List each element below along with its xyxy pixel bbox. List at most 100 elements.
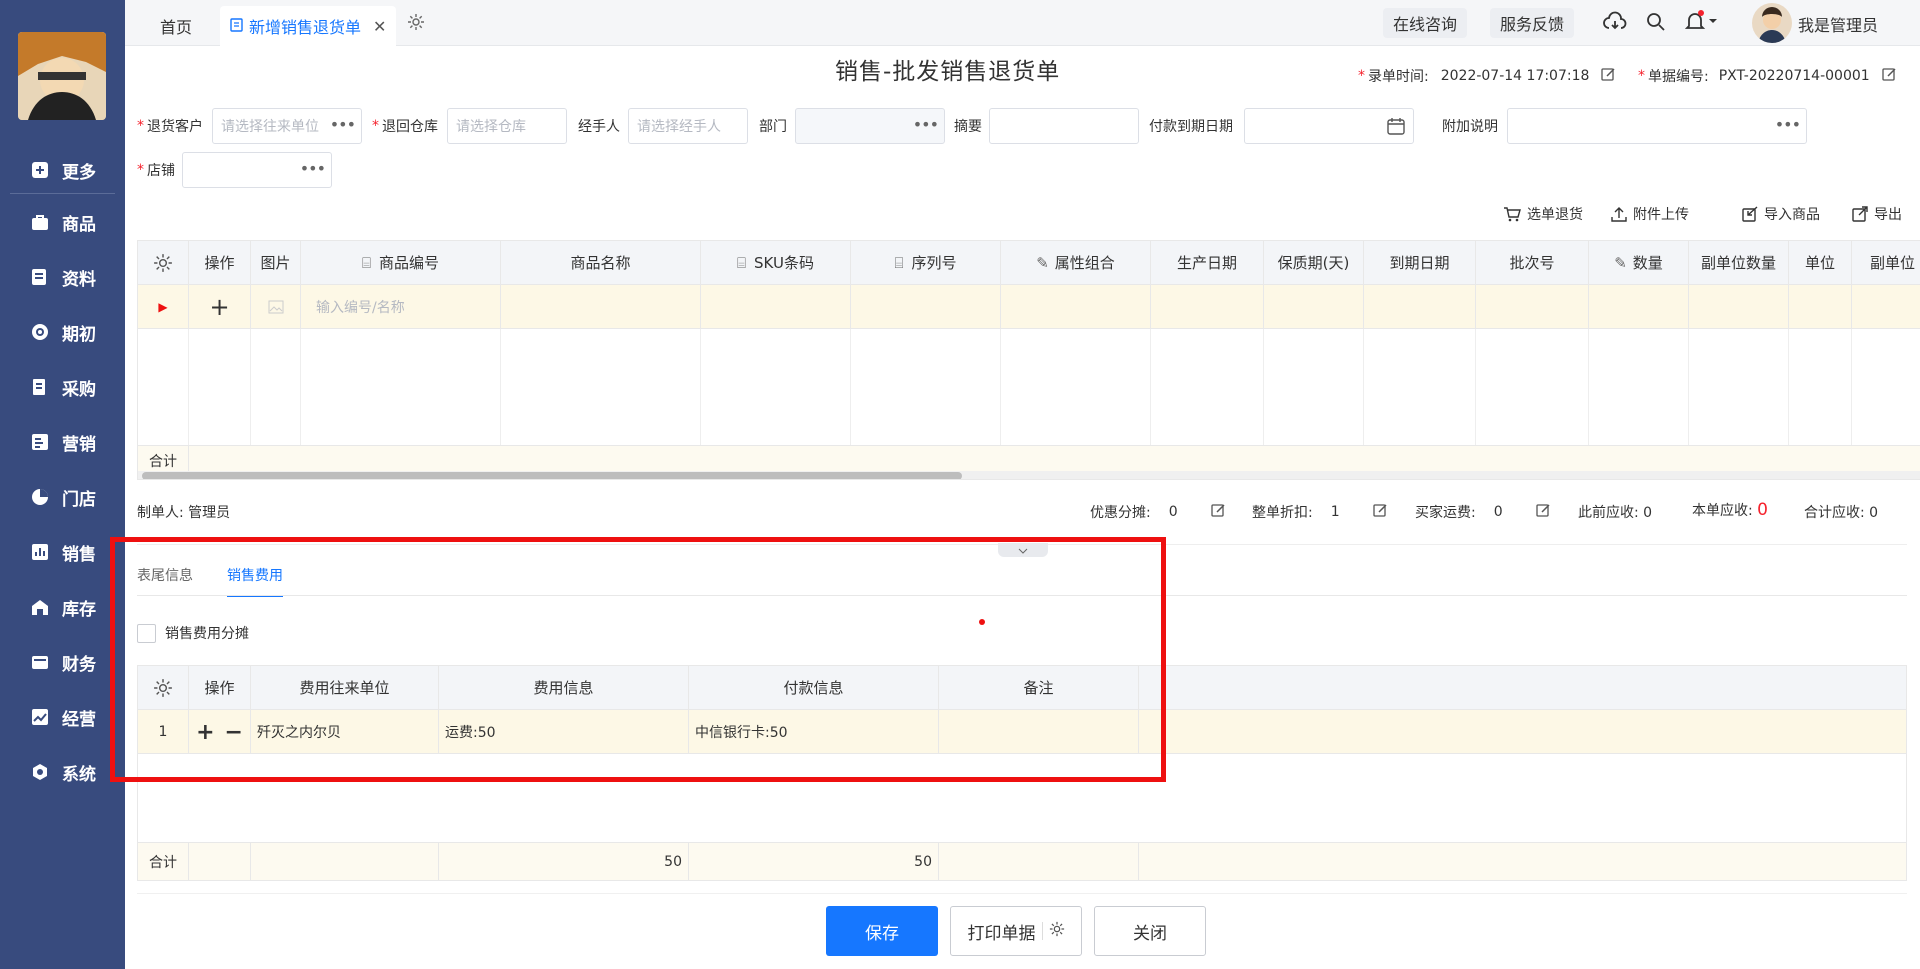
print-button[interactable]: 打印单据 [950, 906, 1082, 956]
cost-share-checkbox[interactable] [137, 623, 156, 643]
more-dots-icon[interactable]: ••• [330, 117, 356, 133]
discount-share: 优惠分摊: 0 [1090, 502, 1226, 522]
document-icon [230, 17, 243, 36]
save-button[interactable]: 保存 [826, 906, 938, 956]
maker-label: 制单人: [137, 505, 184, 521]
sidebar-item-opening[interactable]: 期初 [0, 312, 125, 352]
cell[interactable] [1689, 285, 1789, 329]
whole-discount: 整单折扣: 1 [1252, 502, 1388, 522]
sidebar-item-sales[interactable]: 销售 [0, 532, 125, 572]
tab-tail-info[interactable]: 表尾信息 [137, 565, 193, 585]
cost-table: 操作 费用往来单位 费用信息 付款信息 备注 1 + − 歼灭之内尔贝 运费:50… [137, 665, 1907, 881]
due-date-input[interactable] [1244, 108, 1414, 144]
cell[interactable] [851, 285, 1001, 329]
calendar-icon[interactable] [1387, 117, 1405, 139]
gear-icon[interactable] [1049, 921, 1065, 942]
note-input[interactable]: ••• [1507, 108, 1807, 144]
more-dots-icon[interactable]: ••• [1775, 117, 1801, 133]
collapse-toggle[interactable] [998, 543, 1048, 557]
cloud-download-icon[interactable] [1603, 11, 1627, 37]
more-dots-icon[interactable]: ••• [913, 117, 939, 133]
gear-icon[interactable] [407, 13, 425, 35]
add-row-button[interactable]: + [189, 285, 251, 329]
col-image: 图片 [251, 241, 301, 284]
cell[interactable] [701, 285, 851, 329]
online-consult-button[interactable]: 在线咨询 [1383, 8, 1468, 38]
sidebar-item-inventory[interactable]: 库存 [0, 587, 125, 627]
sidebar-item-purchase[interactable]: 采购 [0, 367, 125, 407]
tab-new-sales-return[interactable]: 新增销售退货单 ✕ [220, 6, 397, 46]
more-dots-icon[interactable]: ••• [300, 161, 326, 177]
list-icon [30, 432, 50, 452]
sidebar-item-system[interactable]: 系统 [0, 752, 125, 792]
column-settings[interactable] [138, 241, 189, 284]
discount-share-value: 0 [1168, 504, 1178, 520]
edit-icon[interactable] [1536, 503, 1551, 522]
image-placeholder-icon[interactable] [251, 285, 301, 329]
summary-input[interactable] [989, 108, 1139, 144]
close-button[interactable]: 关闭 [1094, 906, 1206, 956]
cell[interactable] [501, 285, 701, 329]
remove-row-button[interactable]: − [225, 720, 243, 745]
sidebar-item-operation[interactable]: 经营 [0, 697, 125, 737]
store-input[interactable]: ••• [182, 152, 332, 188]
select-return-button[interactable]: 选单退货 [1503, 204, 1583, 224]
add-row-button[interactable]: + [196, 720, 214, 745]
goods-code-input[interactable]: 输入编号/名称 [301, 285, 501, 329]
edit-icon[interactable] [1211, 503, 1226, 522]
edit-icon[interactable] [1882, 67, 1897, 86]
edit-icon[interactable] [1601, 67, 1616, 86]
scrollbar-thumb[interactable] [142, 472, 962, 479]
cell[interactable] [1476, 285, 1589, 329]
gear-icon [154, 678, 172, 697]
dept-label-text: 部门 [759, 119, 787, 135]
search-icon[interactable] [1646, 12, 1666, 36]
pay-info-cell[interactable]: 中信银行卡:50 [689, 710, 939, 754]
cell[interactable] [1589, 285, 1689, 329]
cost-total-row: 合计 50 50 [138, 842, 1906, 881]
close-icon[interactable]: ✕ [373, 17, 386, 36]
previous-receivable: 此前应收: 0 [1578, 502, 1652, 522]
bell-icon[interactable] [1684, 10, 1719, 36]
export-button[interactable]: 导出 [1852, 204, 1902, 224]
entry-time: * 录单时间: 2022-07-14 17:07:18 [1358, 66, 1616, 86]
warehouse-input[interactable]: 请选择仓库 [447, 108, 567, 144]
sidebar-item-more[interactable]: 更多 [0, 150, 125, 190]
column-settings[interactable] [138, 666, 189, 709]
handler-input[interactable]: 请选择经手人 [628, 108, 748, 144]
cost-table-header: 操作 费用往来单位 费用信息 付款信息 备注 [138, 666, 1906, 710]
cost-unit-cell[interactable]: 歼灭之内尔贝 [251, 710, 439, 754]
customer-input[interactable]: 请选择往来单位 ••• [212, 108, 362, 144]
cell[interactable] [1364, 285, 1476, 329]
tab-home[interactable]: 首页 [160, 6, 192, 46]
dept-input[interactable]: ••• [795, 108, 945, 144]
cell[interactable] [1001, 285, 1151, 329]
tab-sales-cost[interactable]: 销售费用 [227, 565, 283, 597]
hexagon-gear-icon [30, 762, 50, 782]
barcode-icon: ⌸ [894, 253, 904, 272]
sidebar-item-store[interactable]: 门店 [0, 477, 125, 517]
attachment-upload-button[interactable]: 附件上传 [1611, 204, 1689, 224]
sidebar-item-goods[interactable]: 商品 [0, 202, 125, 242]
col-pay-info: 付款信息 [689, 666, 939, 709]
cell[interactable] [1789, 285, 1852, 329]
cell [939, 843, 1139, 881]
remark-cell[interactable] [939, 710, 1139, 754]
cost-share-checkbox-row: 销售费用分摊 [137, 623, 249, 643]
edit-icon[interactable] [1373, 503, 1388, 522]
sidebar-item-data[interactable]: 资料 [0, 257, 125, 297]
cost-info-cell[interactable]: 运费:50 [439, 710, 689, 754]
sidebar-item-finance[interactable]: 财务 [0, 642, 125, 682]
horizontal-scrollbar[interactable] [138, 471, 1920, 479]
sidebar-item-marketing[interactable]: 营销 [0, 422, 125, 462]
user-name[interactable]: 我是管理员 [1798, 12, 1878, 36]
cell[interactable] [1151, 285, 1264, 329]
due-date-label: 付款到期日期 [1149, 108, 1233, 144]
feedback-button[interactable]: 服务反馈 [1490, 8, 1575, 38]
import-goods-button[interactable]: 导入商品 [1742, 204, 1820, 224]
cell [189, 843, 251, 881]
cell[interactable] [1264, 285, 1364, 329]
goods-table-body [138, 329, 1920, 445]
goods-table: 操作 图片 ⌸ 商品编号 商品名称 ⌸ SKU条码 ⌸ 序列号 ✎ 属性组合 生产日期 … [137, 240, 1920, 480]
avatar[interactable] [1752, 3, 1792, 43]
